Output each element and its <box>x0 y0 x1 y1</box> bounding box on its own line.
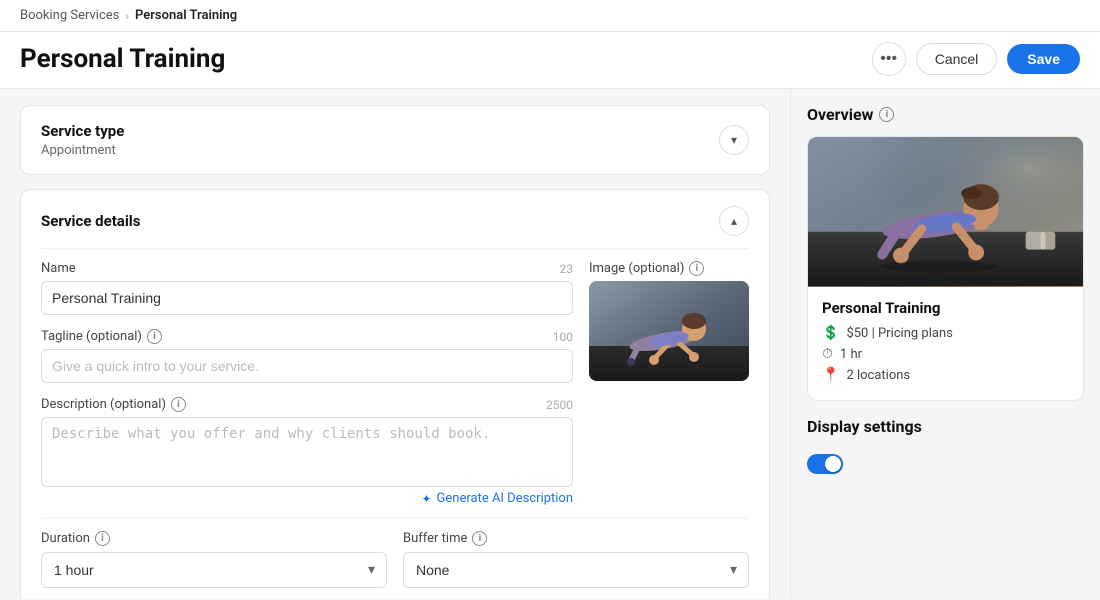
service-details-header: Service details ▴ <box>41 206 749 236</box>
overview-service-name: Personal Training <box>822 299 1069 317</box>
description-label-row: Description (optional) i 2500 <box>41 397 573 412</box>
image-label-row: Image (optional) i <box>589 261 749 276</box>
overview-section: Overview i <box>807 105 1084 401</box>
overview-title: Overview i <box>807 105 1084 124</box>
more-button[interactable]: ••• <box>872 42 906 76</box>
tagline-form-group: Tagline (optional) i 100 <box>41 329 573 383</box>
service-details-title: Service details <box>41 212 140 230</box>
page-title: Personal Training <box>20 44 225 74</box>
description-info-icon[interactable]: i <box>171 397 186 412</box>
overview-locations-row: 📍 2 locations <box>822 367 1069 383</box>
description-char-count: 2500 <box>546 398 573 412</box>
overview-duration: 1 hr <box>840 347 862 362</box>
name-form-group: Name 23 <box>41 261 573 315</box>
overview-price: $50 | Pricing plans <box>846 326 952 341</box>
location-icon: 📍 <box>822 367 839 383</box>
chevron-down-icon: ▾ <box>731 133 737 147</box>
main-header: Personal Training ••• Cancel Save <box>0 32 1100 89</box>
duration-info-icon[interactable]: i <box>95 531 110 546</box>
overview-info: Personal Training 💲 $50 | Pricing plans … <box>808 287 1083 400</box>
name-input[interactable] <box>41 281 573 315</box>
image-upload-area: Image (optional) i <box>589 261 749 381</box>
toggle-knob <box>825 456 841 472</box>
duration-label: Duration <box>41 531 90 546</box>
name-label: Name <box>41 261 76 276</box>
overview-info-icon[interactable]: i <box>879 107 894 122</box>
image-preview[interactable] <box>589 281 749 381</box>
service-type-header: Service type Appointment ▾ <box>41 122 749 158</box>
overview-title-text: Overview <box>807 105 873 124</box>
top-bar: Booking Services › Personal Training <box>0 0 1100 32</box>
duration-buffer-row: Duration i 30 minutes 1 hour 1.5 hours 2… <box>41 531 749 588</box>
section-divider <box>41 248 749 249</box>
save-button[interactable]: Save <box>1007 44 1080 74</box>
tagline-label: Tagline (optional) <box>41 329 142 344</box>
name-column: Name 23 Tagline (optional) i 100 <box>41 261 573 506</box>
description-label: Description (optional) <box>41 397 166 412</box>
name-label-row: Name 23 <box>41 261 573 276</box>
display-settings-title: Display settings <box>807 417 1084 436</box>
sparkle-icon: ✦ <box>421 492 431 506</box>
service-type-card: Service type Appointment ▾ <box>20 105 770 175</box>
tagline-char-count: 100 <box>553 330 573 344</box>
breadcrumb-separator: › <box>125 9 129 23</box>
main-content: Service type Appointment ▾ Service detai… <box>0 89 790 599</box>
buffer-label-row: Buffer time i <box>403 531 749 546</box>
tagline-input[interactable] <box>41 349 573 383</box>
overview-hero-svg <box>808 137 1083 287</box>
name-char-count: 23 <box>560 262 574 276</box>
duration-label-row: Duration i <box>41 531 387 546</box>
dollar-icon: 💲 <box>822 325 839 341</box>
buffer-select[interactable]: None 5 minutes 10 minutes 15 minutes 30 … <box>403 552 749 588</box>
duration-select-wrapper: 30 minutes 1 hour 1.5 hours 2 hours <box>41 552 387 588</box>
layout: Service type Appointment ▾ Service detai… <box>0 89 1100 599</box>
sidebar: Overview i <box>790 89 1100 599</box>
breadcrumb-current: Personal Training <box>135 8 237 23</box>
name-image-row: Name 23 Tagline (optional) i 100 <box>41 261 749 506</box>
description-form-group: Description (optional) i 2500 ✦ Generate… <box>41 397 573 506</box>
tagline-label-row: Tagline (optional) i 100 <box>41 329 573 344</box>
chevron-up-icon: ▴ <box>731 214 737 228</box>
service-type-text: Service type Appointment <box>41 122 124 158</box>
display-toggle[interactable] <box>807 454 843 474</box>
overview-duration-row: ⏱ 1 hr <box>822 346 1069 362</box>
image-info-icon[interactable]: i <box>689 261 704 276</box>
display-settings-toggle-row <box>807 446 1084 482</box>
display-settings-section: Display settings <box>807 417 1084 482</box>
breadcrumb: Booking Services › Personal Training <box>20 8 237 23</box>
clock-icon: ⏱ <box>822 346 833 362</box>
image-label: Image (optional) <box>589 261 684 276</box>
service-details-card: Service details ▴ Name 23 <box>20 189 770 599</box>
duration-select[interactable]: 30 minutes 1 hour 1.5 hours 2 hours <box>41 552 387 588</box>
header-actions: ••• Cancel Save <box>872 42 1080 76</box>
service-image-svg <box>589 281 749 381</box>
description-textarea[interactable] <box>41 417 573 487</box>
service-type-title: Service type <box>41 122 124 140</box>
overview-hero-image <box>808 137 1083 287</box>
buffer-label: Buffer time <box>403 531 467 546</box>
duration-divider <box>41 518 749 519</box>
service-type-subtitle: Appointment <box>41 143 124 158</box>
tagline-info-icon[interactable]: i <box>147 329 162 344</box>
service-type-toggle[interactable]: ▾ <box>719 125 749 155</box>
duration-group: Duration i 30 minutes 1 hour 1.5 hours 2… <box>41 531 387 588</box>
overview-price-row: 💲 $50 | Pricing plans <box>822 325 1069 341</box>
ai-description-link[interactable]: ✦ Generate AI Description <box>41 491 573 506</box>
cancel-button[interactable]: Cancel <box>916 43 998 75</box>
service-details-toggle[interactable]: ▴ <box>719 206 749 236</box>
buffer-group: Buffer time i None 5 minutes 10 minutes … <box>403 531 749 588</box>
buffer-select-wrapper: None 5 minutes 10 minutes 15 minutes 30 … <box>403 552 749 588</box>
breadcrumb-parent[interactable]: Booking Services <box>20 8 119 23</box>
ai-description-label: Generate AI Description <box>437 491 573 506</box>
overview-card: Personal Training 💲 $50 | Pricing plans … <box>807 136 1084 401</box>
buffer-info-icon[interactable]: i <box>472 531 487 546</box>
overview-locations: 2 locations <box>846 368 910 383</box>
